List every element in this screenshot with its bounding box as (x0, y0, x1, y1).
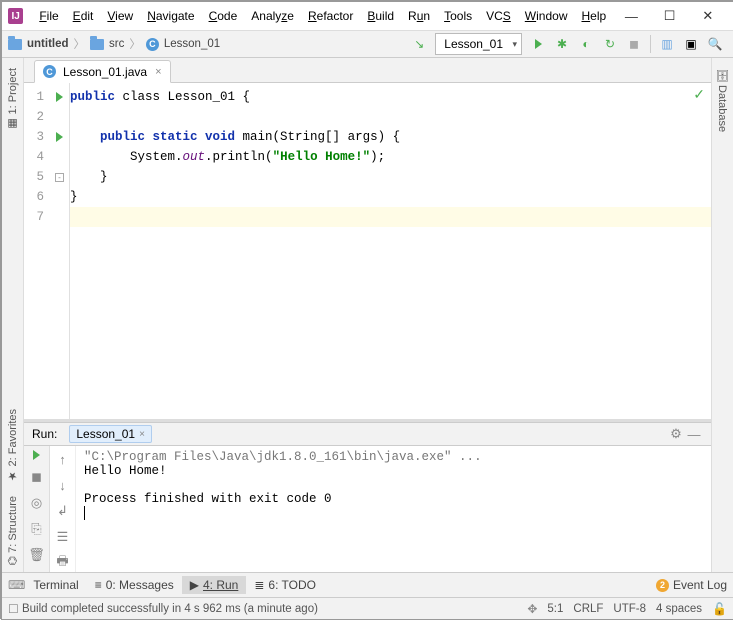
readonly-icon[interactable]: 🔓 (712, 602, 727, 616)
build-button[interactable]: ↘ (408, 33, 430, 55)
caret-position[interactable]: 5:1 (547, 603, 563, 615)
gutter-icons: - (50, 83, 70, 419)
run-title: Run: (32, 427, 57, 441)
tab-structure[interactable]: ⌬ 7: Structure (6, 490, 19, 572)
exit-button[interactable]: ⎘ (28, 520, 46, 538)
project-structure-button[interactable]: ▥ (656, 33, 678, 55)
scroll-icon[interactable]: ☰ (54, 528, 72, 546)
search-everywhere[interactable]: 🔍 (704, 33, 726, 55)
tab-todo[interactable]: ≣ 6: TODO (246, 576, 324, 594)
menu-refactor[interactable]: Refactor (302, 7, 359, 25)
status-icon[interactable]: ☐ (8, 602, 19, 616)
breadcrumb-project[interactable]: untitled (27, 38, 69, 50)
window-close[interactable]: ✕ (689, 2, 727, 30)
run-gutter-icon[interactable] (56, 92, 63, 102)
dump-button[interactable]: ◎ (28, 494, 46, 512)
window-minimize[interactable]: — (612, 2, 650, 30)
run-output[interactable]: "C:\Program Files\Java\jdk1.8.0_161\bin\… (76, 446, 711, 572)
tab-favorites[interactable]: ★ 2: Favorites (6, 403, 19, 489)
up-icon[interactable]: ↑ (54, 450, 72, 468)
softwrap-icon[interactable]: ↲ (54, 502, 72, 520)
settings-icon[interactable]: ⚙ (667, 425, 685, 443)
menu-vcs[interactable]: VCS (480, 7, 517, 25)
tab-run[interactable]: ▶ 4: Run (182, 576, 247, 594)
file-tab[interactable]: C Lesson_01.java × (34, 60, 171, 83)
run-tab[interactable]: Lesson_01× (69, 425, 152, 443)
trash-icon[interactable]: 🗑 (28, 546, 46, 564)
line-separator[interactable]: CRLF (573, 603, 603, 615)
run-anything-button[interactable]: ▣ (680, 33, 702, 55)
class-icon: C (146, 38, 159, 51)
print-icon[interactable]: 🖶 (54, 554, 72, 572)
stop-button: ◼ (623, 33, 645, 55)
run-gutter-icon[interactable] (56, 132, 63, 142)
menu-analyze[interactable]: Analyze (245, 7, 300, 25)
close-icon[interactable]: × (155, 66, 161, 78)
menu-window[interactable]: Window (519, 7, 574, 25)
file-tab-label: Lesson_01.java (63, 65, 147, 79)
menu-run[interactable]: Run (402, 7, 436, 25)
menu-navigate[interactable]: Navigate (141, 7, 200, 25)
fold-icon[interactable]: - (55, 173, 64, 182)
breadcrumb: untitled 〉 src 〉 C Lesson_01 (8, 36, 220, 52)
right-gutter-tabs: 🗄 Database (711, 58, 733, 572)
event-count-badge: 2 (656, 579, 669, 592)
tab-project[interactable]: ▦ 1: Project (6, 62, 19, 137)
hide-icon[interactable]: — (685, 425, 703, 443)
tab-terminal[interactable]: Terminal (25, 576, 86, 594)
main-menu: File Edit View Navigate Code Analyze Ref… (33, 7, 612, 25)
inspection-ok-icon: ✓ (693, 87, 705, 104)
project-icon (8, 39, 22, 50)
menu-build[interactable]: Build (361, 7, 400, 25)
breadcrumb-class[interactable]: Lesson_01 (164, 38, 220, 50)
run-stdout: Hello Home! (84, 464, 703, 478)
menu-view[interactable]: View (101, 7, 139, 25)
profile-button[interactable]: ↻ (599, 33, 621, 55)
window-maximize[interactable]: ☐ (650, 2, 688, 30)
status-message: Build completed successfully in 4 s 962 … (22, 603, 318, 615)
menu-code[interactable]: Code (203, 7, 244, 25)
rerun-button[interactable] (33, 450, 40, 460)
debug-button[interactable]: ✱ (551, 33, 573, 55)
app-icon: IJ (8, 8, 23, 24)
class-icon: C (43, 65, 56, 78)
line-numbers: 1234567 (24, 83, 50, 419)
folder-icon (90, 39, 104, 50)
run-toolwindow: Run: Lesson_01× ⚙ — ◼ ◎ ⎘ 🗑 ↑ ↓ (24, 422, 711, 572)
terminal-icon: ⌨ (8, 578, 25, 592)
caret (84, 506, 85, 520)
tab-messages[interactable]: ≡ 0: Messages (87, 576, 182, 594)
run-exit: Process finished with exit code 0 (84, 492, 703, 506)
tab-database[interactable]: 🗄 Database (716, 62, 729, 138)
menu-tools[interactable]: Tools (438, 7, 478, 25)
close-icon[interactable]: × (139, 429, 145, 440)
file-encoding[interactable]: UTF-8 (613, 603, 646, 615)
current-line (70, 207, 711, 227)
breadcrumb-folder[interactable]: src (109, 38, 124, 50)
down-icon[interactable]: ↓ (54, 476, 72, 494)
menu-file[interactable]: File (33, 7, 64, 25)
left-gutter-tabs: ▦ 1: Project ★ 2: Favorites ⌬ 7: Structu… (2, 58, 24, 572)
indent-config[interactable]: 4 spaces (656, 603, 702, 615)
editor[interactable]: 1234567 - ✓ public class Lesson_01 { pub… (24, 83, 711, 419)
run-command: "C:\Program Files\Java\jdk1.8.0_161\bin\… (84, 450, 703, 464)
goto-icon[interactable]: ✥ (527, 602, 537, 616)
coverage-button[interactable]: ◐ (575, 33, 597, 55)
run-config-select[interactable]: Lesson_01 (435, 33, 522, 55)
stop-button: ◼ (28, 468, 46, 486)
run-button[interactable] (527, 33, 549, 55)
menu-edit[interactable]: Edit (67, 7, 100, 25)
event-log[interactable]: 2 Event Log (656, 578, 727, 592)
menu-help[interactable]: Help (575, 7, 612, 25)
